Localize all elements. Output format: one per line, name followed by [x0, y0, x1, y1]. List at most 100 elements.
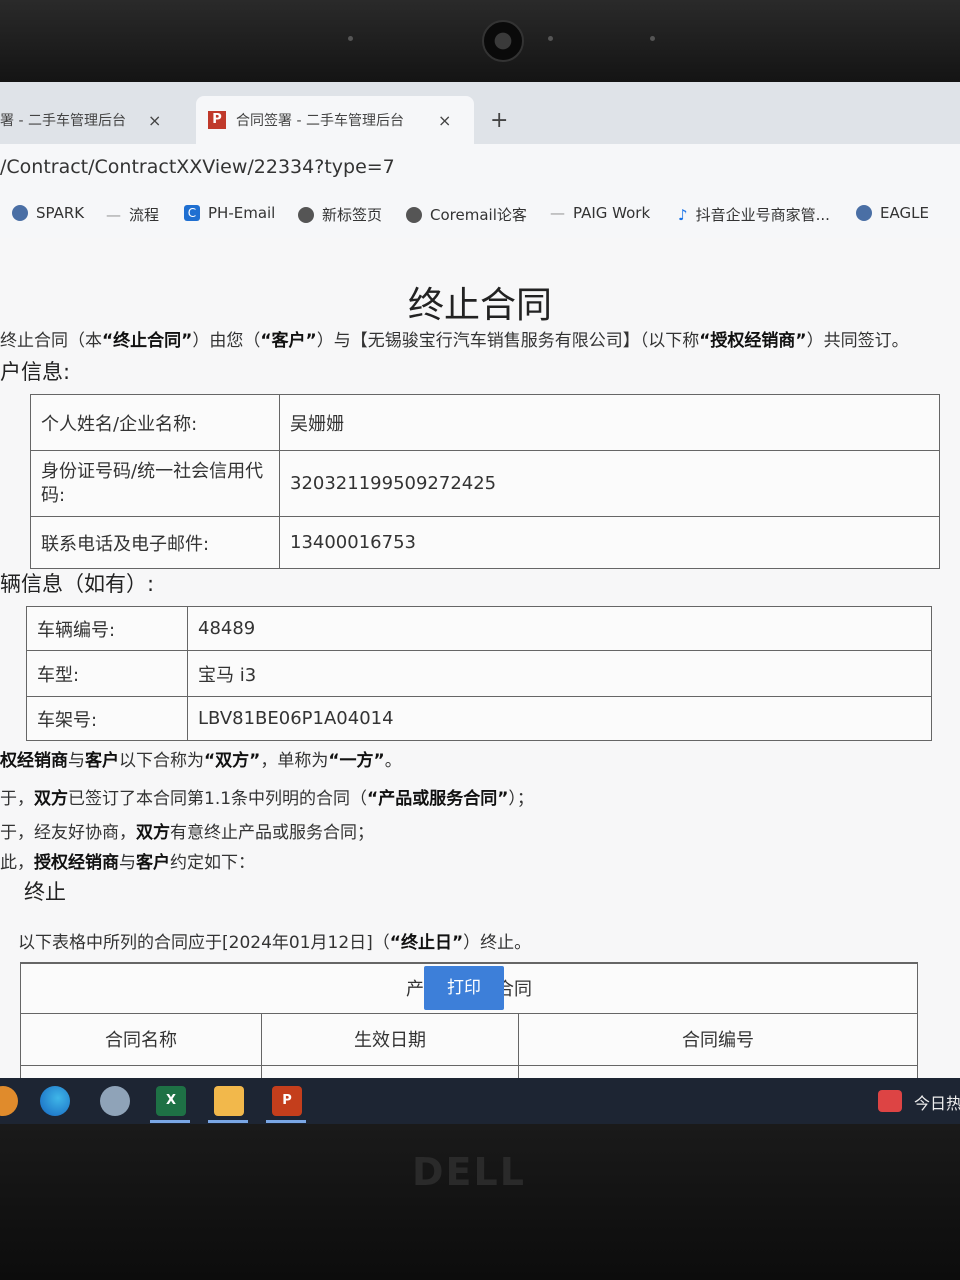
termination-heading: 终止 — [24, 880, 66, 904]
table-row: 身份证号码/统一社会信用代码: 320321199509272425 — [30, 450, 940, 517]
bookmark-spark[interactable]: SPARK — [12, 204, 84, 222]
clause-text: 有意终止产品或服务合同； — [170, 823, 374, 843]
table-row: 车架号: LBV81BE06P1A04014 — [26, 696, 932, 741]
table-row: 车型: 宝马 i3 — [26, 650, 932, 697]
column-header: 合同编号 — [518, 1012, 918, 1066]
clause-text: 约定如下： — [170, 853, 255, 873]
bookmark-douyin[interactable]: ♪ 抖音企业号商家管... — [678, 204, 830, 225]
bookmark-eagle[interactable]: EAGLE — [856, 204, 929, 222]
clause-3: 于，经友好协商，双方有意终止产品或服务合同； — [0, 818, 374, 843]
clause-term: “一方” — [328, 751, 385, 771]
clause-term: “双方” — [204, 751, 261, 771]
clause-text: 于， — [0, 789, 34, 809]
clause-text: 以下合称为 — [119, 751, 204, 771]
print-button[interactable]: 打印 — [424, 966, 504, 1010]
bookmark-coremail[interactable]: Coremail论客 — [406, 204, 527, 225]
new-tab-button[interactable]: + — [490, 96, 508, 144]
globe-icon — [12, 205, 28, 221]
active-indicator — [208, 1120, 248, 1123]
row-value: 48489 — [187, 606, 932, 651]
page-title: 终止合同 — [407, 285, 552, 326]
clause-text: 与 — [68, 751, 85, 771]
bookmark-label: SPARK — [36, 204, 85, 222]
clause-text: 与 — [119, 853, 136, 873]
dash-icon: — — [106, 205, 121, 224]
table-row: 个人姓名/企业名称: 吴姗姗 — [30, 394, 940, 451]
tab-title: 合同签署 - 二手车管理后台 — [236, 113, 404, 129]
row-value: 宝马 i3 — [187, 650, 932, 697]
intro-term: “终止合同” — [102, 331, 193, 351]
clause-term: 客户 — [85, 751, 119, 771]
powerpoint-icon: P — [208, 111, 226, 129]
powerpoint-icon[interactable]: P — [272, 1086, 302, 1116]
laptop-bottom-bezel: DELL — [0, 1124, 960, 1280]
bookmark-paig[interactable]: — PAIG Work — [550, 204, 650, 222]
address-bar[interactable]: /Contract/ContractXXView/22334?type=7 — [0, 144, 960, 190]
news-icon[interactable] — [878, 1090, 902, 1112]
row-label: 身份证号码/统一社会信用代码: — [30, 450, 280, 517]
vehicle-heading: 辆信息（如有）: — [0, 572, 155, 596]
table-row: 车辆编号: 48489 — [26, 606, 932, 651]
clause-text: 。 — [384, 751, 402, 771]
row-label: 车辆编号: — [26, 606, 188, 651]
bookmarks-bar: SPARK — 流程 C PH-Email 新标签页 Coremail论客 — PAI… — [0, 190, 960, 239]
dell-logo: DELL — [412, 1150, 526, 1194]
bookmark-label: PH-Email — [208, 204, 276, 222]
active-indicator — [150, 1120, 190, 1123]
row-value: 13400016753 — [279, 516, 940, 569]
close-icon[interactable]: × — [438, 111, 451, 130]
row-label: 个人姓名/企业名称: — [30, 394, 280, 451]
termination-paragraph: 以下表格中所列的合同应于[2024年01月12日]（“终止日”）终止。 — [18, 928, 531, 953]
row-label: 车型: — [26, 650, 188, 697]
vehicle-table: 车辆编号: 48489 车型: 宝马 i3 车架号: LBV81BE06P1A0… — [26, 606, 932, 741]
customer-table: 个人姓名/企业名称: 吴姗姗 身份证号码/统一社会信用代码: 320321199… — [30, 394, 940, 569]
clause-4: 此，授权经销商与客户约定如下： — [0, 848, 255, 873]
app-icon[interactable] — [0, 1086, 18, 1116]
bookmark-label: 新标签页 — [322, 206, 383, 224]
row-value: 320321199509272425 — [279, 450, 940, 517]
intro-text: ）与【无锡骏宝行汽车销售服务有限公司】（以下称 — [316, 331, 700, 351]
row-label: 车架号: — [26, 696, 188, 741]
globe-icon — [298, 206, 314, 223]
edge-icon[interactable] — [40, 1086, 70, 1116]
close-icon[interactable]: × — [148, 111, 161, 130]
active-indicator — [266, 1120, 306, 1123]
globe-icon — [856, 205, 872, 221]
sensor-dot — [650, 36, 655, 41]
bookmark-newtab[interactable]: 新标签页 — [298, 204, 382, 225]
tab-title: 署 - 二手车管理后台 — [0, 113, 126, 129]
clause-term: “产品或服务合同” — [367, 789, 509, 809]
intro-term: “授权经销商” — [699, 331, 807, 351]
tab-active[interactable]: P 合同签署 - 二手车管理后台 × — [196, 96, 474, 144]
excel-icon[interactable]: X — [156, 1086, 186, 1116]
clause-text: 此， — [0, 853, 34, 873]
termination-text: 以下表格中所列的合同应于[2024年01月12日]（ — [18, 933, 390, 953]
laptop-top-bezel — [0, 0, 960, 82]
clause-text: 于，经友好协商， — [0, 823, 136, 843]
bookmark-ph-email[interactable]: C PH-Email — [184, 204, 275, 222]
intro-paragraph: 终止合同（本“终止合同”）由您（“客户”）与【无锡骏宝行汽车销售服务有限公司】（… — [0, 326, 909, 351]
globe-icon — [406, 206, 422, 223]
intro-term: “客户” — [260, 331, 317, 351]
clause-term: 权经销商 — [0, 751, 68, 771]
clause-text: 已签订了本合同第1.1条中列明的合同（ — [68, 789, 368, 809]
file-explorer-icon[interactable] — [214, 1086, 244, 1116]
news-widget-text[interactable]: 今日热 — [914, 1090, 960, 1114]
clause-2: 于，双方已签订了本合同第1.1条中列明的合同（“产品或服务合同”）； — [0, 784, 534, 809]
taskbar: X P 今日热 — [0, 1078, 960, 1124]
clause-term: 授权经销商 — [34, 853, 119, 873]
bookmark-label: 流程 — [129, 206, 160, 224]
clause-term: 双方 — [34, 789, 68, 809]
tab-inactive[interactable]: 署 - 二手车管理后台 × — [0, 96, 190, 144]
intro-text: ）由您（ — [192, 331, 261, 351]
termination-term: “终止日” — [389, 933, 464, 953]
clause-term: 双方 — [136, 823, 170, 843]
customer-heading: 户信息: — [0, 360, 71, 384]
column-header: 生效日期 — [261, 1012, 519, 1066]
bookmark-flow[interactable]: — 流程 — [106, 204, 159, 225]
row-value: 吴姗姗 — [279, 394, 940, 451]
app-icon[interactable] — [100, 1086, 130, 1116]
table-header-row: 合同名称 生效日期 合同编号 — [20, 1012, 918, 1066]
row-value: LBV81BE06P1A04014 — [187, 696, 932, 741]
column-header: 合同名称 — [20, 1012, 262, 1066]
